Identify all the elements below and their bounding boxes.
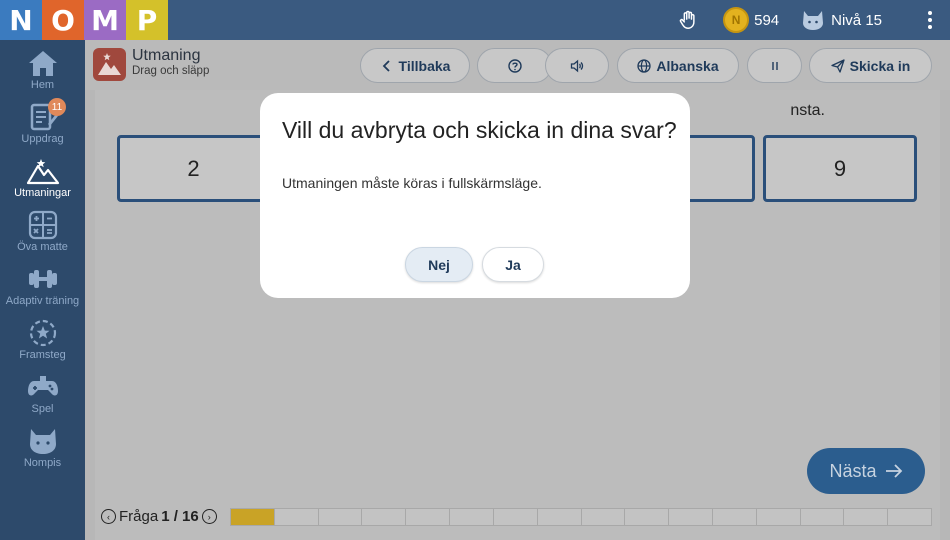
next-button-label: Nästa bbox=[829, 460, 877, 481]
back-button-label: Tillbaka bbox=[398, 57, 451, 74]
more-menu-icon[interactable] bbox=[910, 11, 950, 29]
progress-segment bbox=[843, 508, 888, 526]
progress-segment bbox=[668, 508, 712, 526]
logo-letter-n: N bbox=[0, 0, 42, 40]
next-question-icon[interactable]: › bbox=[201, 509, 217, 524]
progress-segment bbox=[536, 508, 581, 526]
speaker-icon bbox=[570, 59, 584, 72]
question-prefix: Fråga bbox=[119, 508, 159, 525]
coin-icon: N bbox=[723, 7, 750, 33]
sidebar-item-adaptive-training[interactable]: Adaptiv träning bbox=[0, 264, 85, 318]
number-value: 9 bbox=[833, 155, 847, 181]
sidebar-item-games[interactable]: Spel bbox=[0, 372, 85, 426]
sidebar-item-label: Hem bbox=[30, 79, 55, 91]
send-icon bbox=[830, 58, 845, 73]
sidebar-item-assignments[interactable]: 11 Uppdrag bbox=[0, 98, 85, 156]
sidebar-item-home[interactable]: Hem bbox=[0, 48, 85, 102]
globe-icon bbox=[637, 58, 652, 73]
progress-segment bbox=[230, 508, 274, 526]
cat-icon bbox=[29, 429, 56, 454]
progress-segment bbox=[711, 508, 756, 526]
logo-letter-o: O bbox=[42, 0, 84, 40]
page-subtitle: Drag och släpp bbox=[132, 65, 210, 77]
progress-segment bbox=[405, 508, 450, 526]
question-progress: ‹ Fråga 1 / 16 › bbox=[93, 505, 938, 529]
sidebar-item-label: Adaptiv träning bbox=[5, 295, 80, 307]
sidebar-item-label: Öva matte bbox=[17, 241, 68, 253]
progress-segment bbox=[624, 508, 669, 526]
progress-segment bbox=[799, 508, 844, 526]
progress-segment bbox=[317, 508, 362, 526]
pause-button[interactable] bbox=[747, 48, 802, 83]
progress-segment bbox=[492, 508, 537, 526]
chevron-left-icon bbox=[382, 59, 390, 72]
drop-zone-box[interactable] bbox=[685, 135, 755, 202]
activity-header: Utmaning Drag och släpp Tillbaka Albansk… bbox=[85, 40, 950, 90]
sidebar: Hem 11 Uppdrag Utmaningar Öva matte Adap… bbox=[0, 40, 85, 540]
sidebar-item-challenges[interactable]: Utmaningar bbox=[0, 156, 85, 210]
pause-icon bbox=[771, 61, 778, 70]
page-title: Utmaning bbox=[132, 47, 201, 64]
sidebar-item-label: Framsteg bbox=[19, 349, 66, 361]
progress-segment bbox=[580, 508, 625, 526]
arrow-right-icon bbox=[885, 464, 902, 478]
progress-segment bbox=[273, 508, 318, 526]
no-button-label: Nej bbox=[428, 256, 450, 273]
progress-segment bbox=[361, 508, 406, 526]
progress-segments bbox=[230, 508, 932, 526]
sidebar-item-label: Nompis bbox=[23, 457, 62, 469]
submit-button-label: Skicka in bbox=[849, 57, 911, 74]
sidebar-item-label: Uppdrag bbox=[21, 133, 64, 145]
previous-question-icon[interactable]: ‹ bbox=[101, 509, 116, 524]
next-button[interactable]: Nästa bbox=[807, 448, 925, 494]
logo-letter-p: P bbox=[126, 0, 168, 40]
language-button-label: Albanska bbox=[656, 57, 719, 74]
star-progress-icon bbox=[29, 319, 56, 347]
progress-segment bbox=[755, 508, 800, 526]
question-counter: 1 / 16 bbox=[161, 508, 199, 525]
number-value: 2 bbox=[187, 155, 200, 181]
assignment-count-badge: 11 bbox=[48, 98, 66, 116]
mountain-icon bbox=[26, 159, 59, 185]
language-button[interactable]: Albanska bbox=[617, 48, 739, 83]
yes-button-label: Ja bbox=[505, 256, 521, 273]
level-label: Nivå 15 bbox=[831, 11, 882, 29]
progress-segment bbox=[887, 508, 932, 526]
raise-hand-icon[interactable] bbox=[677, 9, 699, 31]
dialog-title: Vill du avbryta och skicka in dina svar? bbox=[282, 117, 677, 143]
coin-count: 594 bbox=[754, 11, 780, 29]
nompis-cat-icon bbox=[803, 11, 824, 30]
submit-button[interactable]: Skicka in bbox=[809, 48, 932, 83]
gamepad-icon bbox=[27, 376, 58, 396]
progress-segment bbox=[449, 508, 493, 526]
help-button[interactable] bbox=[477, 48, 552, 83]
audio-button[interactable] bbox=[545, 48, 609, 83]
draggable-number-box[interactable]: 2 bbox=[117, 135, 270, 202]
dialog-message: Utmaningen måste köras i fullskärmsläge. bbox=[282, 175, 542, 191]
confirm-dialog: Vill du avbryta och skicka in dina svar?… bbox=[260, 93, 690, 298]
no-button[interactable]: Nej bbox=[405, 247, 473, 282]
calculator-icon bbox=[28, 210, 57, 240]
question-icon bbox=[507, 58, 522, 73]
draggable-number-box[interactable]: 9 bbox=[763, 135, 917, 202]
home-icon bbox=[28, 51, 57, 76]
sidebar-item-practice-math[interactable]: Öva matte bbox=[0, 210, 85, 264]
sidebar-item-label: Spel bbox=[31, 403, 54, 415]
sidebar-item-label: Utmaningar bbox=[14, 187, 71, 199]
top-bar: N O M P N 594 Nivå 15 bbox=[0, 0, 950, 40]
back-button[interactable]: Tillbaka bbox=[360, 48, 470, 83]
sidebar-item-nompis[interactable]: Nompis bbox=[0, 426, 85, 480]
logo-letter-m: M bbox=[84, 0, 126, 40]
challenge-activity-icon bbox=[93, 48, 126, 81]
sidebar-item-progress[interactable]: Framsteg bbox=[0, 318, 85, 372]
nomp-logo[interactable]: N O M P bbox=[0, 0, 168, 40]
yes-button[interactable]: Ja bbox=[482, 247, 544, 282]
dumbbell-icon bbox=[28, 270, 57, 288]
